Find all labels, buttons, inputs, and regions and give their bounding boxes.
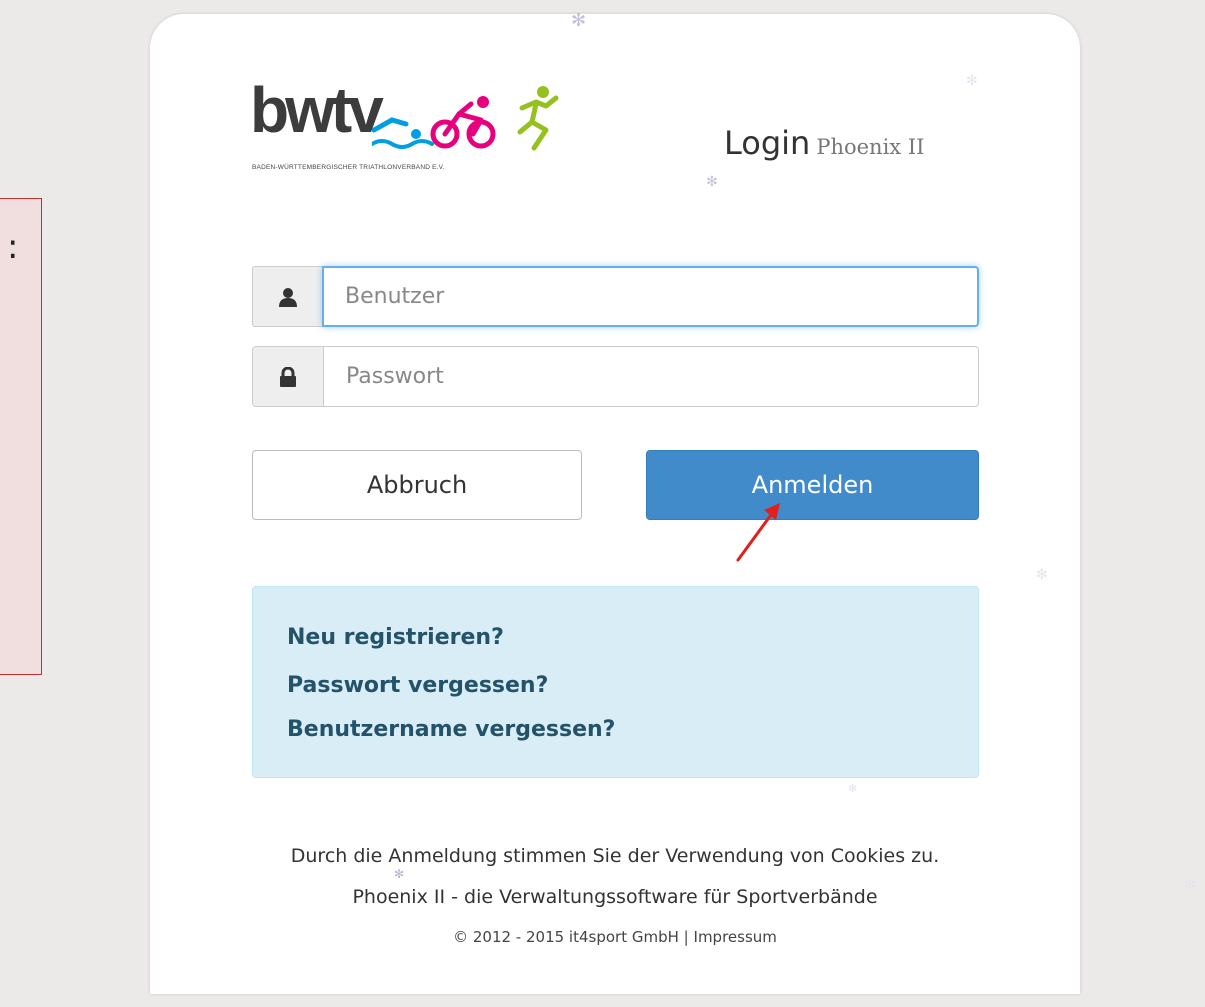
user-icon [279,287,297,307]
lock-icon [280,366,296,387]
password-addon [253,347,324,406]
red-arrow-annotation [736,503,780,562]
snowflake-icon: ✻ [848,782,858,795]
page-title: Login Phoenix II [724,124,924,162]
snowflake-icon: ✻ [1036,567,1048,583]
login-subtitle: Phoenix II [816,135,925,159]
forgot-password-link[interactable]: Passwort vergessen? [287,673,548,698]
register-link[interactable]: Neu registrieren? [287,625,504,650]
cancel-button[interactable]: Abbruch [252,450,582,520]
logo-tagline: BADEN-WÜRTTEMBERGISCHER TRIATHLONVERBAND… [252,164,445,171]
footer-separator: | [683,928,689,946]
username-input[interactable] [323,266,979,327]
password-field [252,346,979,407]
logo-wordmark: bwtv [250,74,384,146]
password-input[interactable] [324,347,978,406]
snowflake-icon: ✻ [394,867,405,881]
login-title: Login [724,124,811,162]
product-tagline: Phoenix II - die Verwaltungssoftware für… [352,886,878,908]
imprint-link[interactable]: Impressum [694,928,777,946]
cookie-notice: Durch die Anmeldung stimmen Sie der Verw… [290,845,940,867]
left-panel-glyph: : [7,227,19,267]
login-button[interactable]: Anmelden [646,450,979,520]
triathlon-pictogram-icon [372,86,559,151]
snowflake-icon: ✻ [706,174,718,190]
username-addon [252,266,323,327]
forgot-username-link[interactable]: Benutzername vergessen? [287,717,615,742]
username-field [252,266,979,327]
copyright-line: © 2012 - 2015 it4sport GmbH | Impressum [150,928,1080,946]
copyright-text: © 2012 - 2015 it4sport GmbH [453,928,679,946]
snowflake-icon: ✻ [571,10,587,31]
snowflake-icon: ✻ [966,73,978,89]
left-note-panel [0,198,42,675]
account-help-box: Neu registrieren? Passwort vergessen? Be… [252,586,979,778]
snowflake-icon: ✻ [1184,877,1196,893]
bwtv-logo: bwtv BADEN-WÜRTTEMBERGISCHER TRIATHLONVE… [250,78,580,174]
